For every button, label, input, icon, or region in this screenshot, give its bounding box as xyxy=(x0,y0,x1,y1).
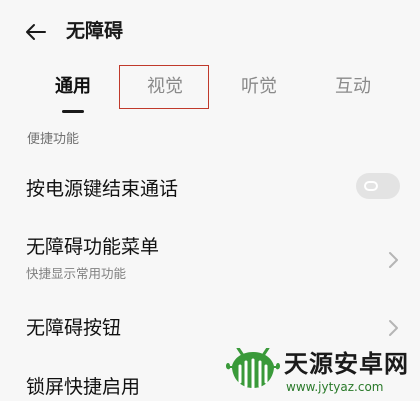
setting-subtitle: 快捷显示常用功能 xyxy=(26,266,127,281)
tab-bar: 通用 视觉 听觉 互动 xyxy=(0,62,420,112)
watermark-logo-icon xyxy=(226,348,280,390)
tab-hearing[interactable]: 听觉 xyxy=(236,72,282,102)
active-tab-indicator xyxy=(62,110,84,113)
setting-title: 无障碍功能菜单 xyxy=(26,236,160,258)
page-title: 无障碍 xyxy=(66,20,124,42)
top-app-bar: 无障碍 xyxy=(0,0,420,62)
toggle-knob xyxy=(364,181,378,191)
watermark-url: www.jytyaz.com xyxy=(286,380,384,394)
watermark-text: 天源安卓网 xyxy=(284,350,409,378)
tab-vision-highlight xyxy=(119,65,209,109)
setting-title: 锁屏快捷启用 xyxy=(26,376,141,398)
chevron-right-icon xyxy=(389,252,398,268)
back-button[interactable] xyxy=(22,18,50,46)
power-ends-call-toggle[interactable] xyxy=(356,173,400,199)
setting-title: 无障碍按钮 xyxy=(26,317,122,339)
setting-row-accessibility-menu[interactable]: 无障碍功能菜单 快捷显示常用功能 xyxy=(0,222,420,288)
setting-title: 按电源键结束通话 xyxy=(26,178,179,200)
site-watermark: 天源安卓网 www.jytyaz.com xyxy=(226,346,420,401)
tab-general[interactable]: 通用 xyxy=(50,72,96,102)
section-header-shortcuts: 便捷功能 xyxy=(27,132,80,147)
accessibility-settings-screen: 无障碍 通用 视觉 听觉 互动 便捷功能 按电源键结束通话 无障碍功能菜单 快捷… xyxy=(0,0,420,401)
tab-interaction[interactable]: 互动 xyxy=(330,72,376,102)
chevron-right-icon xyxy=(389,320,398,336)
arrow-left-icon xyxy=(26,24,46,40)
